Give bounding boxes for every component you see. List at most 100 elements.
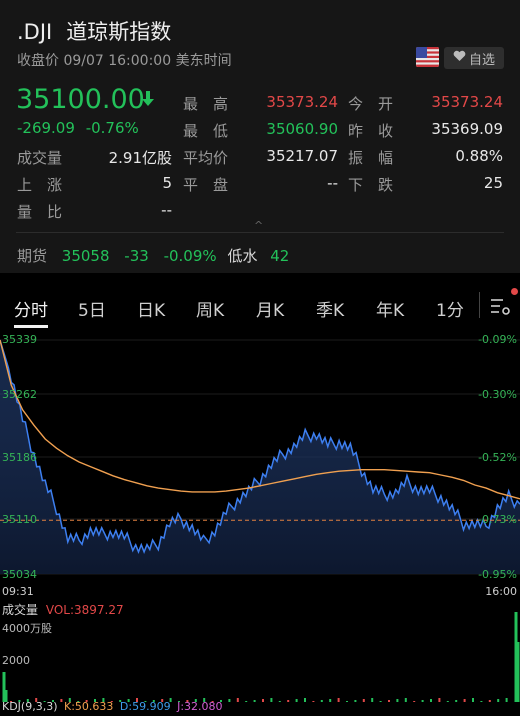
stat-volume-label: 成交量 <box>17 149 63 167</box>
stat-rise-label: 上 涨 <box>17 176 63 194</box>
volume-bar <box>304 698 306 702</box>
x-tick-label: 16:00 <box>485 585 517 598</box>
y-right-tick-label: -0.52% <box>478 451 517 464</box>
volume-bar <box>480 701 483 702</box>
volume-tick-label: 4000万股 <box>2 622 52 635</box>
divider <box>479 292 480 318</box>
volume-bar <box>295 699 298 702</box>
kdj-label: KDJ(9,3,3) <box>2 700 58 713</box>
volume-header: 成交量 VOL:3897.27 <box>2 601 124 618</box>
volume-bar <box>245 701 248 702</box>
stat-volume-value: 2.91亿股 <box>108 149 172 167</box>
volume-bar <box>446 701 449 702</box>
kdj-k: K:50.633 <box>64 700 114 713</box>
stat-low-label: 最 低 <box>183 122 229 140</box>
watch-label: 自选 <box>468 52 495 68</box>
tab-intraday[interactable]: 分时 <box>14 296 48 321</box>
active-tab-indicator <box>14 325 48 328</box>
stat-flat-value: -- <box>327 174 338 192</box>
futures-row[interactable]: 期货 35058 -33 -0.09% 低水 42 <box>17 245 289 266</box>
tab-weekly[interactable]: 周K <box>196 296 224 321</box>
futures-basis-label: 低水 <box>227 247 258 265</box>
divider <box>16 232 504 233</box>
y-tick-label: 35110 <box>2 513 37 526</box>
volume-bar <box>270 698 273 702</box>
stat-volratio-value: -- <box>161 201 172 219</box>
y-right-tick-label: -0.95% <box>478 568 517 581</box>
change-percent: -0.76% <box>85 119 139 137</box>
stat-high-label: 最 高 <box>183 95 229 113</box>
volume-bar <box>236 698 239 702</box>
add-watchlist-button[interactable]: 自选 <box>444 47 504 69</box>
stat-prevclose-value: 35369.09 <box>431 120 503 138</box>
volume-bar <box>404 698 407 702</box>
current-price: 35100.00 <box>16 84 145 115</box>
market-status: 收盘价 09/07 16:00:00 美东时间 <box>17 53 232 69</box>
futures-price: 35058 <box>61 247 110 265</box>
tab-1min[interactable]: 1分 <box>436 296 464 321</box>
stat-rise-value: 5 <box>162 174 172 192</box>
volume-label: 成交量 <box>2 603 39 617</box>
page-title: .DJI 道琼斯指数 <box>17 16 171 46</box>
y-right-tick-label: -0.30% <box>478 388 517 401</box>
stat-low-value: 35060.90 <box>266 120 338 138</box>
change-value: -269.09 <box>17 119 75 137</box>
volume-bar <box>329 699 332 702</box>
volume-bar <box>497 699 500 702</box>
stat-high-value: 35373.24 <box>266 93 338 111</box>
futures-change-pct: -0.09% <box>163 247 217 265</box>
x-tick-label: 09:31 <box>2 585 34 598</box>
volume-bar <box>463 699 466 702</box>
volume-bar <box>388 700 390 702</box>
notification-dot <box>511 288 518 295</box>
kdj-d: D:59.909 <box>119 700 171 713</box>
arrow-down-icon <box>141 90 155 108</box>
futures-basis: 42 <box>270 247 290 265</box>
y-right-tick-label: -0.73% <box>478 513 517 526</box>
expand-caret-icon[interactable]: ^ <box>254 219 263 232</box>
y-tick-label: 35034 <box>2 568 37 581</box>
tab-monthly[interactable]: 月K <box>256 296 284 321</box>
volume-bar <box>379 701 382 702</box>
stat-avg-value: 35217.07 <box>266 147 338 165</box>
volume-bar <box>287 700 290 702</box>
volume-bar <box>346 701 348 702</box>
stat-open-label: 今 开 <box>348 95 394 113</box>
stat-prevclose-label: 昨 收 <box>348 122 394 140</box>
volume-bar <box>354 700 357 702</box>
us-flag-icon <box>416 47 439 67</box>
volume-bar <box>362 699 365 702</box>
index-name: 道琼斯指数 <box>66 20 172 44</box>
period-tabs: 分时 5日 日K 周K 月K 季K 年K 1分 <box>0 282 520 330</box>
tab-daily[interactable]: 日K <box>137 296 165 321</box>
volume-bar <box>253 700 256 702</box>
volume-bar <box>430 699 432 702</box>
tab-yearly[interactable]: 年K <box>376 296 404 321</box>
y-tick-label: 35339 <box>2 333 37 346</box>
tab-5day[interactable]: 5日 <box>78 296 106 321</box>
volume-bar <box>516 642 520 702</box>
stat-flat-label: 平 盘 <box>183 176 229 194</box>
y-tick-label: 35262 <box>2 388 37 401</box>
volume-bar <box>371 698 374 702</box>
price-change: -269.09 -0.76% <box>17 119 139 137</box>
volume-bar <box>438 698 441 702</box>
stat-open-value: 35373.24 <box>431 93 503 111</box>
kdj-header: KDJ(9,3,3) K:50.633 D:59.909 J:32.080 <box>2 700 223 713</box>
kdj-j: J:32.080 <box>177 700 223 713</box>
volume-bars <box>2 612 520 702</box>
stat-amplitude-value: 0.88% <box>455 147 503 165</box>
average-line <box>0 339 520 500</box>
volume-bar <box>455 700 458 702</box>
volume-bar <box>472 698 474 702</box>
volume-bar <box>320 700 323 702</box>
y-tick-label: 35186 <box>2 451 37 464</box>
intraday-chart[interactable] <box>0 330 520 716</box>
volume-bar <box>505 698 508 702</box>
chart-settings-icon[interactable] <box>488 294 512 318</box>
tab-quarterly[interactable]: 季K <box>316 296 344 321</box>
volume-tick-label: 2000 <box>2 654 30 667</box>
volume-value: VOL:3897.27 <box>45 603 124 617</box>
volume-bar <box>488 700 491 702</box>
volume-bar <box>413 701 416 702</box>
